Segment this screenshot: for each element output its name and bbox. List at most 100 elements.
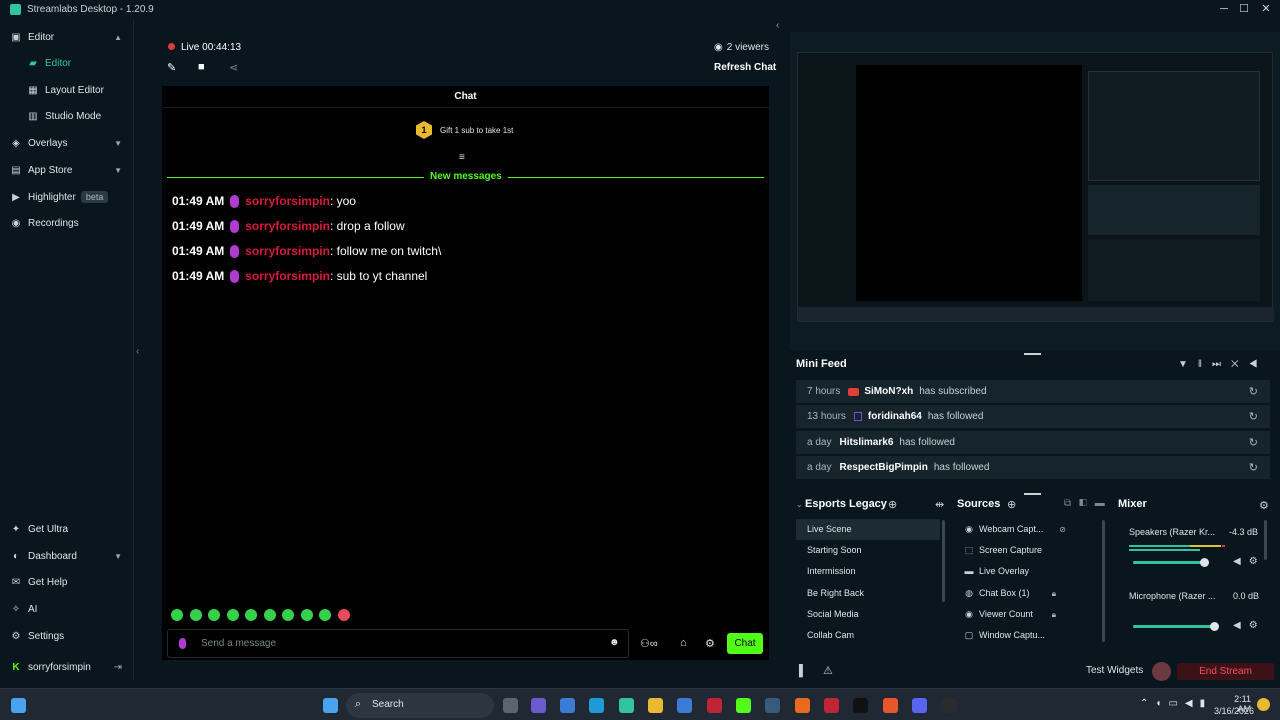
maximize-icon[interactable]: ☐ (1237, 2, 1251, 16)
gear-icon[interactable]: ⚙ (1259, 499, 1269, 512)
folder-icon[interactable] (648, 698, 663, 713)
resize-handle[interactable] (1024, 493, 1041, 495)
volume-slider[interactable] (1133, 625, 1212, 628)
filter-icon[interactable]: ▼ (1178, 359, 1198, 370)
app-icon[interactable] (736, 698, 751, 713)
chat-input[interactable]: Send a message ☻ (167, 629, 629, 658)
group-icon[interactable]: ⧉ (1064, 498, 1079, 509)
source-item[interactable]: ◉ Viewer Count 🔒︎ (958, 604, 1100, 625)
emote-icon[interactable] (227, 609, 239, 621)
emote-icon[interactable] (338, 609, 350, 621)
share-icon[interactable]: ⋖ (229, 61, 238, 74)
scene-item[interactable]: Social Media (796, 604, 940, 625)
speaker-icon[interactable]: ◀ (1233, 556, 1249, 567)
emote-icon[interactable] (208, 609, 220, 621)
scene-item[interactable]: Intermission (796, 561, 940, 582)
app-icon[interactable] (942, 698, 957, 713)
add-source-icon[interactable]: ⊕ (1007, 498, 1016, 511)
scene-item[interactable]: Live Scene (796, 519, 940, 540)
source-item[interactable]: ⬚ Screen Capture (958, 540, 1100, 561)
volume-icon[interactable]: ◀ (1249, 359, 1268, 370)
source-item[interactable]: ▬ Live Overlay (958, 561, 1100, 582)
warning-icon[interactable]: ⚠ (823, 664, 833, 677)
stats-icon[interactable]: ▐ (795, 665, 803, 677)
replay-icon[interactable]: ↻ (1249, 410, 1258, 423)
sidebar-item-overlays[interactable]: ◈ Overlays ▼ (0, 132, 134, 154)
end-stream-button[interactable]: End Stream (1177, 663, 1274, 680)
steam-icon[interactable] (765, 698, 780, 713)
notification-icon[interactable] (1257, 698, 1270, 711)
close-icon[interactable]: ✕ (1259, 2, 1273, 16)
mixer-scrollbar[interactable] (1264, 520, 1267, 560)
discord-icon[interactable] (912, 698, 927, 713)
store-icon[interactable] (560, 698, 575, 713)
emote-icon[interactable] (190, 609, 202, 621)
sidebar-item-editor[interactable]: ▰ Editor (0, 52, 134, 74)
edit-icon[interactable]: ✎ (167, 61, 176, 74)
network-icon[interactable]: ▭ (1168, 698, 1184, 709)
sources-scrollbar[interactable] (1102, 520, 1105, 642)
store-icon[interactable]: ⌂ (680, 637, 687, 649)
emote-icon[interactable] (301, 609, 313, 621)
gift-sub-text[interactable]: Gift 1 sub to take 1st (440, 126, 513, 135)
taskbar-search[interactable]: ⌕ Search (346, 693, 494, 718)
add-scene-icon[interactable]: ⊕ (888, 498, 897, 511)
scene-item[interactable]: Collab Cam (796, 625, 940, 646)
scene-item[interactable]: Be Right Back (796, 583, 940, 604)
sidebar-item-ai[interactable]: ✧ AI (0, 598, 134, 620)
gear-icon[interactable]: ⚙ (1249, 620, 1266, 631)
resize-handle[interactable] (1024, 353, 1041, 355)
app-icon[interactable] (707, 698, 722, 713)
scenes-scrollbar[interactable] (942, 520, 945, 602)
emote-icon[interactable] (319, 609, 331, 621)
windows-icon[interactable] (11, 698, 26, 713)
folder-icon[interactable]: ▬ (1095, 498, 1113, 509)
camera-icon[interactable]: ◧ (1079, 498, 1095, 509)
pause-icon[interactable]: ‖ (1198, 359, 1212, 370)
emote-icon[interactable] (171, 609, 183, 621)
speaker-icon[interactable]: ◀ (1185, 698, 1200, 709)
sidebar-item-highlighter[interactable]: ▶ Highlighter beta (0, 186, 134, 208)
skip-icon[interactable]: ⏭ (1212, 359, 1231, 370)
taskbar-date[interactable]: 3/16/2026 (1214, 706, 1254, 716)
replay-icon[interactable]: ↻ (1249, 461, 1258, 474)
scene-collection-title[interactable]: Esports Legacy (805, 498, 887, 510)
gear-icon[interactable]: ⚙ (705, 637, 715, 650)
app-icon[interactable] (824, 698, 839, 713)
sidebar-item-app-store[interactable]: ▤ App Store ▼ (0, 159, 134, 181)
logout-icon[interactable]: ⇥ (114, 662, 122, 673)
source-item[interactable]: ◍ Chat Box (1) 🔒︎ (958, 583, 1100, 604)
refresh-chat-button[interactable]: Refresh Chat (714, 62, 776, 73)
source-item[interactable]: ◉ Webcam Capt... ⊘ (958, 519, 1100, 540)
source-item[interactable]: ▢ Window Captu... (958, 625, 1100, 646)
speaker-icon[interactable]: ◀ (1233, 620, 1249, 631)
camera-icon[interactable]: ■ (198, 61, 205, 73)
sidebar-item-dashboard[interactable]: ◐ Dashboard ▼ (0, 545, 134, 567)
mute-alerts-icon[interactable]: ✕ (1231, 359, 1249, 370)
edge-icon[interactable] (589, 698, 604, 713)
tiktok-icon[interactable] (853, 698, 868, 713)
battery-icon[interactable]: ▮ (1200, 698, 1213, 709)
volume-slider-knob[interactable] (1210, 622, 1219, 631)
chevron-up-icon[interactable]: ⌃ (1140, 698, 1155, 709)
task-view-icon[interactable] (503, 698, 518, 713)
scroll-down-icon[interactable]: ≡ (459, 152, 465, 163)
test-widgets-button[interactable]: Test Widgets (1086, 665, 1143, 676)
emoji-icon[interactable]: ☻ (609, 637, 620, 648)
firefox-icon[interactable] (795, 698, 810, 713)
volume-slider[interactable] (1133, 561, 1204, 564)
sidebar-item-recordings[interactable]: ◉ Recordings (0, 212, 134, 234)
record-icon[interactable] (1152, 662, 1171, 681)
replay-icon[interactable]: ↻ (1249, 385, 1258, 398)
replay-icon[interactable]: ↻ (1249, 436, 1258, 449)
sidebar-item-get-help[interactable]: ✉ Get Help (0, 571, 134, 593)
sidebar-item-studio-mode[interactable]: ▥ Studio Mode (0, 105, 134, 127)
volume-slider-knob[interactable] (1200, 558, 1209, 567)
sidebar-item-settings[interactable]: ⚙ Settings (0, 625, 134, 647)
chat-rules-icon[interactable]: ⚇∞ (640, 637, 658, 650)
sidebar-item-layout-editor[interactable]: ▦ Layout Editor (0, 79, 134, 101)
emote-icon[interactable] (264, 609, 276, 621)
app-icon[interactable] (677, 698, 692, 713)
emote-icon[interactable] (245, 609, 257, 621)
chevron-down-icon[interactable]: ⌄ (796, 500, 803, 509)
